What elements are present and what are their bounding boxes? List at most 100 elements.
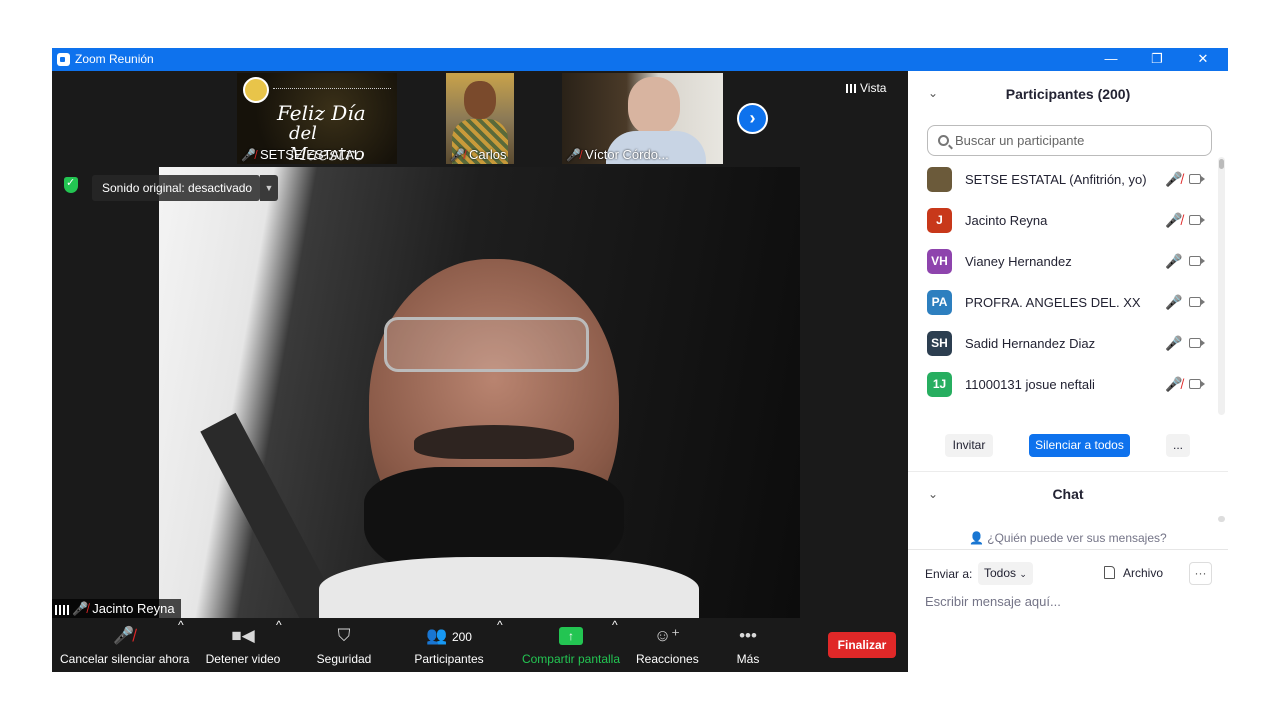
side-panel: ⌄ Participantes (200) Buscar un particip… [908, 71, 1228, 672]
participant-row[interactable]: VH Vianey Hernandez 🎤 [908, 241, 1220, 282]
mic-muted-icon: 🎤̸ [72, 601, 89, 616]
avatar: 1J [927, 372, 952, 397]
smiley-plus-icon: ☺⁺ [653, 626, 681, 645]
unmute-button[interactable]: 🎤̸ Cancelar silenciar ahora [60, 618, 190, 672]
share-screen-icon: ↑ [559, 627, 583, 645]
more-label: Más [736, 652, 760, 666]
thumbnail-setse-estatal[interactable]: Feliz Día del Maestro 🎤̸ SETSE ESTATAL [237, 73, 397, 164]
shield-icon: ⛉ [337, 626, 351, 645]
mic-muted-icon[interactable]: 🎤̸ [1165, 212, 1182, 229]
participant-row[interactable]: J Jacinto Reyna 🎤̸ [908, 200, 1220, 241]
chevron-up-icon[interactable]: ^ [612, 618, 618, 672]
grid-icon [846, 84, 856, 94]
invite-button[interactable]: Invitar [945, 434, 993, 457]
more-button[interactable]: ••• Más [728, 618, 768, 672]
chevron-up-icon[interactable]: ^ [276, 618, 282, 672]
reactions-button[interactable]: ☺⁺ Reacciones [636, 618, 699, 672]
participants-title: Participantes (200) [1005, 86, 1131, 102]
chat-more-button[interactable]: ··· [1189, 562, 1212, 585]
chat-message-input[interactable]: Escribir mensaje aquí... [925, 594, 1061, 609]
search-placeholder: Buscar un participante [955, 133, 1085, 148]
stop-video-button[interactable]: ■◀ Detener video [200, 618, 286, 672]
stop-video-label: Detener video [205, 652, 281, 666]
speaker-glasses [384, 317, 589, 372]
participant-search-input[interactable]: Buscar un participante [927, 125, 1212, 156]
thumbnail-victor[interactable]: 🎤̸ Víctor Córdo... [562, 73, 723, 164]
participant-row[interactable]: PA PROFRA. ANGELES DEL. XX 🎤 [908, 282, 1220, 323]
shield-check-icon [64, 176, 78, 193]
thumbnail-carlos[interactable]: 🎤̸ Carlos [446, 73, 514, 164]
send-to-value: Todos [984, 566, 1017, 580]
video-camera-icon[interactable] [1189, 215, 1205, 225]
video-camera-icon[interactable] [1189, 338, 1205, 348]
chat-title: Chat [1052, 486, 1084, 502]
chevron-down-icon[interactable]: ▼ [260, 175, 278, 201]
mic-muted-icon: 🎤̸ [566, 148, 581, 162]
mic-icon[interactable]: 🎤 [1165, 253, 1182, 270]
chevron-up-icon[interactable]: ^ [178, 618, 184, 672]
speaker-name-label: 🎤̸ Jacinto Reyna [52, 599, 181, 618]
more-dots-icon: ••• [739, 626, 757, 645]
participants-icon: 👥 200 [426, 626, 472, 645]
video-camera-icon[interactable] [1189, 297, 1205, 307]
participant-row[interactable]: SH Sadid Hernandez Diaz 🎤 [908, 323, 1220, 364]
participants-more-button[interactable]: ... [1166, 434, 1190, 457]
speaker-name-text: Jacinto Reyna [92, 601, 175, 616]
avatar: PA [927, 290, 952, 315]
video-camera-icon: ■◀ [231, 626, 255, 645]
participant-name: SETSE ESTATAL (Anfitrión, yo) [965, 172, 1147, 187]
maximize-icon[interactable]: ❐ [1134, 48, 1180, 71]
participant-row[interactable] [908, 405, 1220, 411]
active-speaker-video [159, 167, 800, 618]
participant-row[interactable]: SETSE ESTATAL (Anfitrión, yo) 🎤̸ [908, 159, 1220, 200]
mic-muted-icon[interactable]: 🎤̸ [1165, 171, 1182, 188]
next-page-chevron-icon[interactable]: › [737, 103, 768, 134]
participant-list-scrollbar[interactable] [1218, 157, 1225, 415]
video-camera-icon[interactable] [1189, 174, 1205, 184]
divider [908, 549, 1228, 550]
security-label: Seguridad [316, 652, 372, 666]
signal-bars-icon [55, 604, 69, 615]
title-bar: Zoom Reunión — ❐ ✕ [52, 48, 1228, 71]
meeting-toolbar: 🎤̸ Cancelar silenciar ahora ^ ■◀ Detener… [52, 618, 908, 672]
participant-row[interactable]: 1J 11000131 josue neftali 🎤̸ [908, 364, 1220, 405]
chevron-up-icon[interactable]: ^ [497, 618, 503, 672]
mic-muted-icon[interactable]: 🎤̸ [1165, 376, 1182, 393]
original-sound-button[interactable]: Sonido original: desactivado [92, 175, 261, 201]
view-button[interactable]: Vista [846, 81, 886, 95]
security-button[interactable]: ⛉ Seguridad [310, 618, 378, 672]
participant-name: Vianey Hernandez [965, 254, 1072, 269]
participants-count: 200 [451, 630, 472, 644]
send-to-select[interactable]: Todos ⌄ [978, 562, 1033, 585]
end-meeting-button[interactable]: Finalizar [828, 632, 896, 658]
window-title: Zoom Reunión [75, 52, 154, 66]
close-icon[interactable]: ✕ [1180, 48, 1226, 71]
avatar: J [927, 208, 952, 233]
mic-muted-icon: 🎤̸ [241, 148, 256, 162]
mic-icon[interactable]: 🎤 [1165, 335, 1182, 352]
mic-icon[interactable]: 🎤 [1165, 294, 1182, 311]
video-camera-icon[interactable] [1189, 379, 1205, 389]
video-camera-icon[interactable] [1189, 256, 1205, 266]
person-icon: 👤 [969, 531, 985, 545]
participants-label: Participantes [414, 652, 484, 666]
seal-logo-icon [243, 77, 269, 103]
minimize-icon[interactable]: — [1088, 48, 1134, 71]
file-icon [1104, 566, 1115, 579]
share-screen-button[interactable]: ↑ Compartir pantalla [520, 618, 622, 672]
greeting-line-1: Feliz Día [277, 101, 366, 125]
participants-button[interactable]: 👥 200 Participantes [410, 618, 488, 672]
unmute-label: Cancelar silenciar ahora [60, 652, 190, 666]
thumbnail-name-text: Carlos [468, 147, 507, 162]
participants-header: ⌄ Participantes (200) [908, 71, 1228, 117]
divider [908, 471, 1228, 472]
chat-scrollbar[interactable] [1218, 516, 1225, 522]
file-button[interactable]: Archivo [1104, 566, 1163, 580]
mic-muted-icon: 🎤̸ [450, 148, 465, 162]
participant-list: SETSE ESTATAL (Anfitrión, yo) 🎤̸ J Jacinto … [908, 159, 1220, 411]
view-label: Vista [860, 81, 887, 95]
chat-visibility-link[interactable]: 👤 ¿Quién puede ver sus mensajes? [908, 531, 1228, 545]
send-to-label: Enviar a: [925, 567, 973, 581]
speaker-mustache [414, 425, 574, 459]
mute-all-button[interactable]: Silenciar a todos [1029, 434, 1130, 457]
